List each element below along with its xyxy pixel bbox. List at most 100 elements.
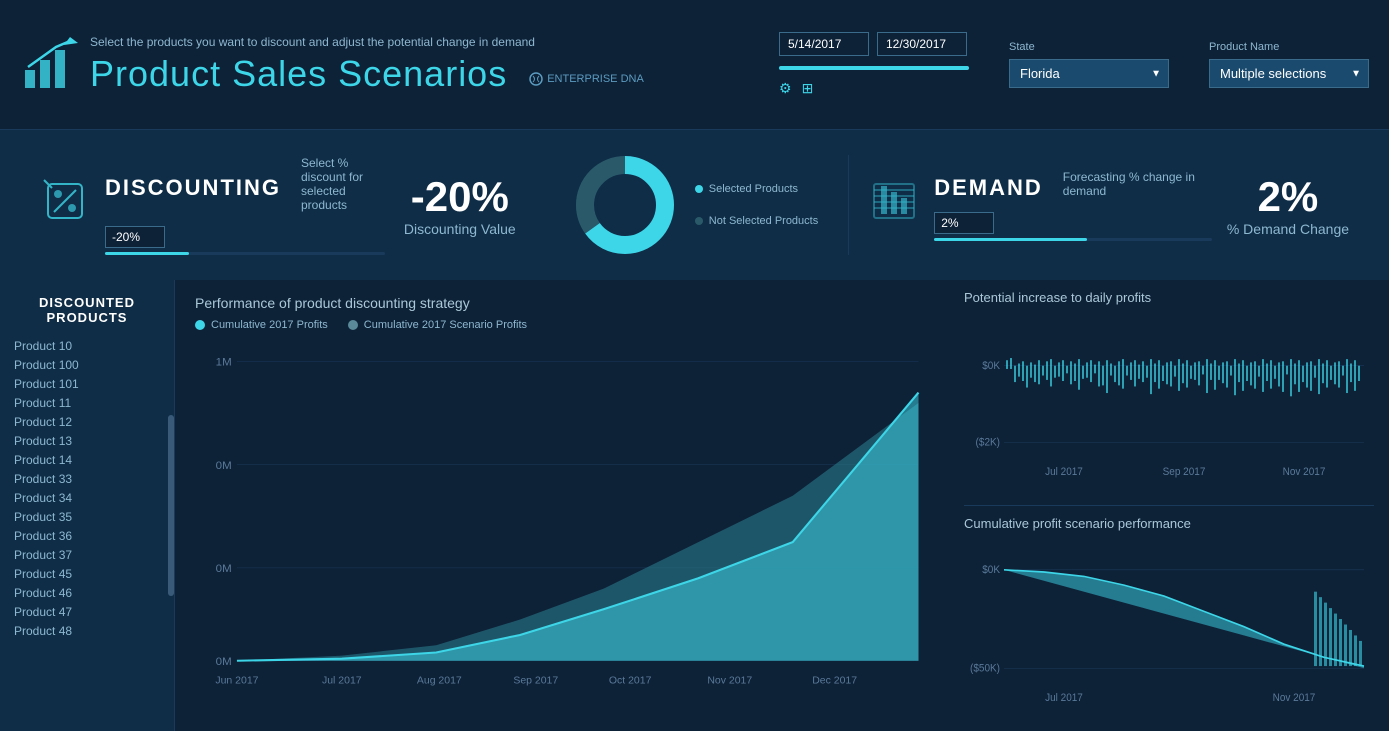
sidebar-item[interactable]: Product 48 (10, 622, 164, 640)
sidebar-item[interactable]: Product 35 (10, 508, 164, 526)
svg-text:Jul 2017: Jul 2017 (1045, 467, 1083, 478)
svg-text:($2K): ($2K) (976, 437, 1000, 448)
cumulative-profit-title: Cumulative profit scenario performance (964, 516, 1374, 531)
demand-slider[interactable] (934, 238, 1212, 241)
discounting-value-block: -20% Discounting Value (400, 173, 520, 237)
sidebar-item[interactable]: Product 45 (10, 565, 164, 583)
sidebar-item[interactable]: Product 14 (10, 451, 164, 469)
legend-item: Cumulative 2017 Profits (195, 319, 328, 331)
main-chart-container: 1M 0M 0M 0M Jun 2017 Jul 2017 Aug 2017 S… (195, 341, 929, 702)
title-block: Select the products you want to discount… (90, 35, 644, 95)
demand-input[interactable] (934, 212, 994, 234)
sidebar-title: DISCOUNTED PRODUCTS (10, 295, 164, 325)
sidebar-item[interactable]: Product 11 (10, 394, 164, 412)
donut-chart (570, 150, 680, 260)
svg-text:0M: 0M (216, 460, 232, 472)
sidebar-item[interactable]: Product 47 (10, 603, 164, 621)
slider-expand-icon[interactable]: ⊞ (802, 80, 814, 97)
svg-text:Jul 2017: Jul 2017 (322, 676, 362, 687)
discounting-section: DISCOUNTING Select % discount for select… (20, 141, 540, 270)
metrics-row: DISCOUNTING Select % discount for select… (0, 130, 1389, 280)
svg-text:1M: 1M (216, 357, 232, 369)
main-chart-svg: 1M 0M 0M 0M Jun 2017 Jul 2017 Aug 2017 S… (195, 341, 929, 702)
date-end-input[interactable] (877, 32, 967, 56)
demand-title: DEMAND (934, 175, 1043, 201)
main-chart-area: Performance of product discounting strat… (175, 280, 949, 731)
donut-selected-label: Selected Products (695, 183, 818, 195)
header-subtitle: Select the products you want to discount… (90, 35, 644, 49)
donut-not-selected-label: Not Selected Products (695, 215, 818, 227)
svg-text:Sep 2017: Sep 2017 (1163, 467, 1206, 478)
sidebar-item[interactable]: Product 33 (10, 470, 164, 488)
sidebar-item[interactable]: Product 46 (10, 584, 164, 602)
donut-labels: Selected Products Not Selected Products (695, 183, 818, 227)
sidebar-product-list: Product 10Product 100Product 101Product … (10, 337, 164, 640)
date-start-input[interactable] (779, 32, 869, 56)
discounting-value: -20% (400, 173, 520, 221)
demand-value-label: % Demand Change (1227, 221, 1349, 237)
svg-text:0M: 0M (216, 656, 232, 668)
legend-item: Cumulative 2017 Scenario Profits (348, 319, 527, 331)
daily-profits-title: Potential increase to daily profits (964, 290, 1374, 305)
demand-value-block: 2% % Demand Change (1227, 173, 1349, 237)
svg-text:Sep 2017: Sep 2017 (513, 676, 558, 687)
product-filter: Product Name Multiple selections ▼ (1209, 41, 1369, 88)
page-title: Product Sales Scenarios (90, 53, 507, 95)
svg-text:Nov 2017: Nov 2017 (1283, 467, 1326, 478)
svg-text:Oct 2017: Oct 2017 (609, 676, 652, 687)
sidebar-item[interactable]: Product 37 (10, 546, 164, 564)
cumulative-profit-area: $0K ($50K) (964, 537, 1374, 712)
demand-desc: Forecasting % change in demand (1063, 170, 1212, 198)
sidebar-item[interactable]: Product 34 (10, 489, 164, 507)
svg-text:0M: 0M (216, 563, 232, 575)
daily-profits-chart: Potential increase to daily profits $0K … (964, 290, 1374, 495)
product-label: Product Name (1209, 41, 1369, 53)
state-filter: State Florida ▼ (1009, 41, 1169, 88)
enterprise-dna-icon (529, 72, 543, 86)
sidebar-scrollbar[interactable] (168, 415, 174, 595)
logo-icon (20, 35, 80, 95)
daily-profits-area: $0K ($2K) (964, 311, 1374, 486)
product-select[interactable]: Multiple selections (1209, 59, 1369, 88)
products-sidebar: DISCOUNTED PRODUCTS Product 10Product 10… (0, 280, 175, 731)
svg-text:Jul 2017: Jul 2017 (1045, 693, 1083, 704)
chart-legend: Cumulative 2017 Profits Cumulative 2017 S… (195, 319, 929, 331)
content-row: DISCOUNTED PRODUCTS Product 10Product 10… (0, 280, 1389, 731)
discount-slider[interactable] (105, 252, 385, 255)
state-select[interactable]: Florida (1009, 59, 1169, 88)
discounting-title: DISCOUNTING (105, 175, 281, 201)
discount-input[interactable] (105, 226, 165, 248)
svg-text:$0K: $0K (982, 565, 1000, 576)
svg-text:$0K: $0K (982, 361, 1000, 372)
donut-section: Selected Products Not Selected Products (540, 140, 848, 270)
right-charts: Potential increase to daily profits $0K … (949, 280, 1389, 731)
enterprise-dna-text: ENTERPRISE DNA (547, 73, 644, 85)
sidebar-item[interactable]: Product 12 (10, 413, 164, 431)
header: Select the products you want to discount… (0, 0, 1389, 130)
discounting-content: DISCOUNTING Select % discount for select… (105, 156, 385, 255)
daily-profits-svg: $0K ($2K) (964, 311, 1374, 486)
svg-text:Nov 2017: Nov 2017 (707, 676, 752, 687)
demand-icon (869, 176, 919, 235)
demand-content: DEMAND Forecasting % change in demand (934, 170, 1212, 241)
svg-text:Dec 2017: Dec 2017 (812, 676, 857, 687)
svg-text:Aug 2017: Aug 2017 (417, 676, 462, 687)
svg-text:Nov 2017: Nov 2017 (1273, 693, 1316, 704)
svg-text:($50K): ($50K) (970, 663, 1000, 674)
sidebar-item[interactable]: Product 36 (10, 527, 164, 545)
cumulative-profit-svg: $0K ($50K) (964, 537, 1374, 712)
date-slider[interactable] (779, 66, 969, 70)
date-range-control: ⚙ ⊞ (779, 32, 969, 97)
sidebar-item[interactable]: Product 13 (10, 432, 164, 450)
demand-value: 2% (1227, 173, 1349, 221)
state-label: State (1009, 41, 1169, 53)
sidebar-item[interactable]: Product 10 (10, 337, 164, 355)
sidebar-item[interactable]: Product 101 (10, 375, 164, 393)
sidebar-item[interactable]: Product 100 (10, 356, 164, 374)
demand-section: DEMAND Forecasting % change in demand 2%… (849, 155, 1369, 256)
slider-settings-icon[interactable]: ⚙ (779, 80, 792, 97)
main-chart-title: Performance of product discounting strat… (195, 295, 929, 311)
svg-text:Jun 2017: Jun 2017 (215, 676, 258, 687)
logo-area: Select the products you want to discount… (20, 35, 644, 95)
discounting-desc: Select % discount for selected products (301, 156, 385, 212)
